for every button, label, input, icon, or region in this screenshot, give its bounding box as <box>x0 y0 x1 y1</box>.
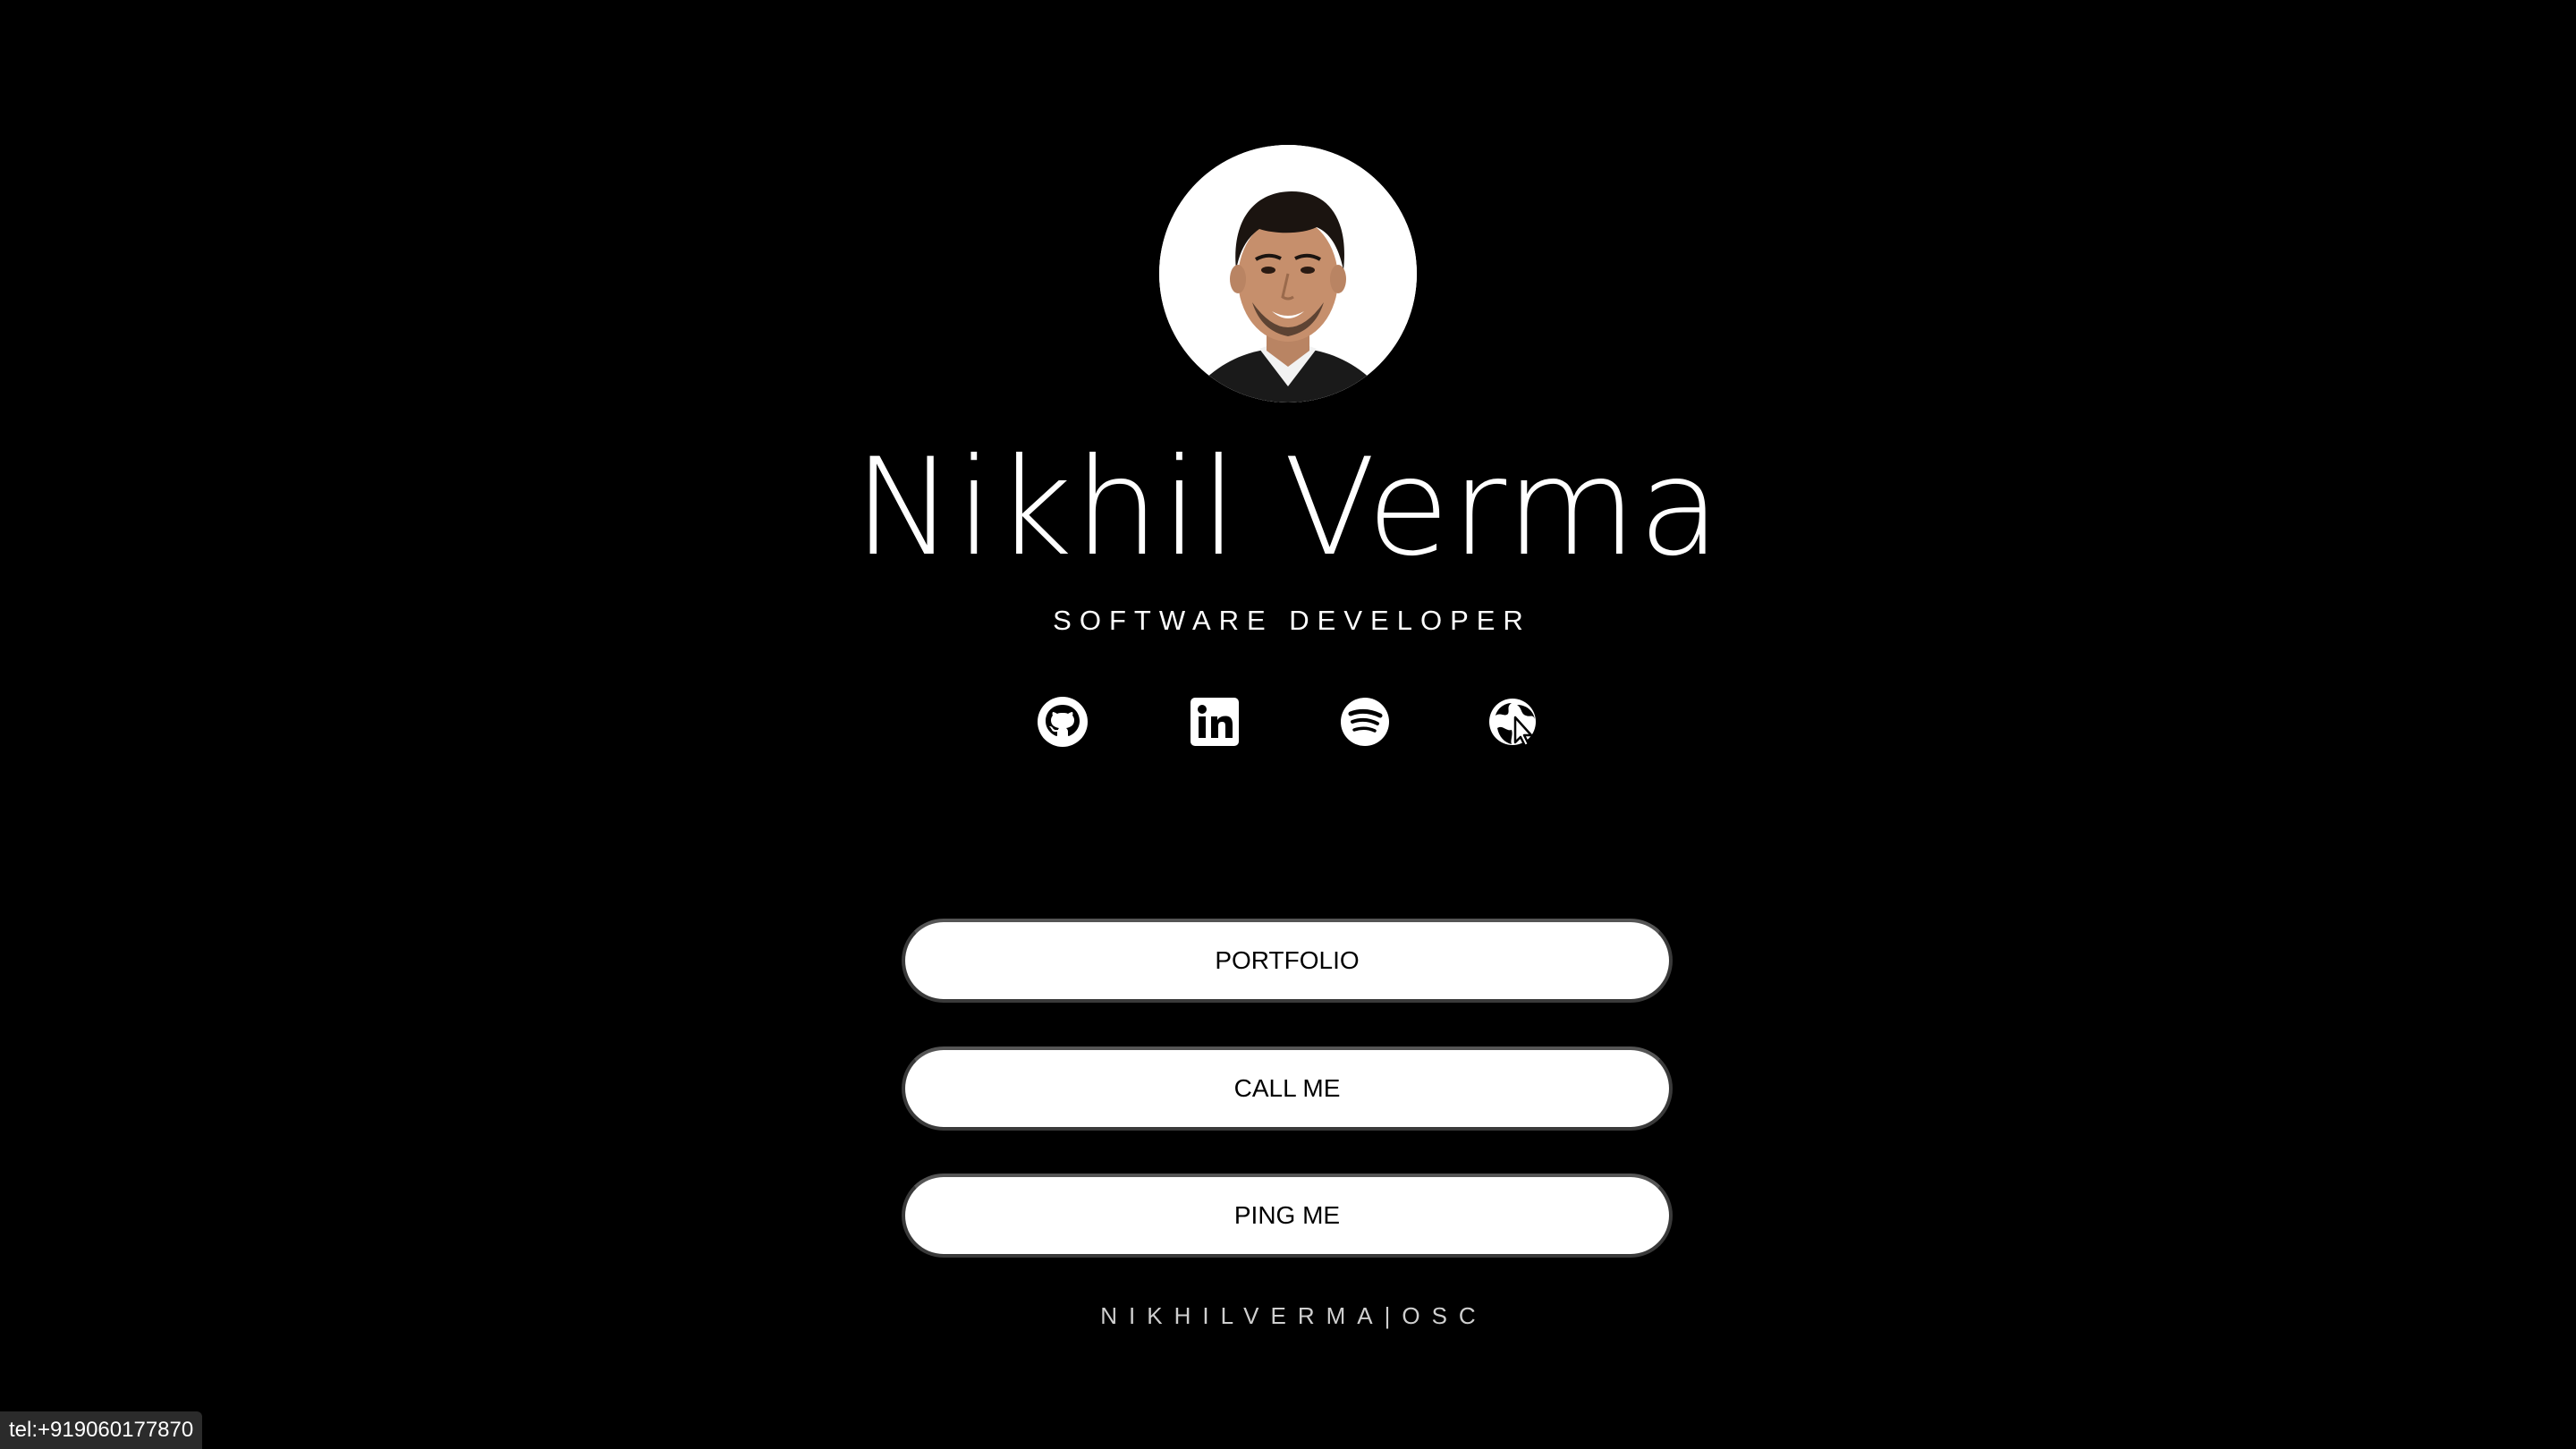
profile-role: SOFTWARE DEVELOPER <box>1053 605 1531 636</box>
ping-me-button[interactable]: PING ME <box>902 1174 1673 1258</box>
footer-brand: NIKHILVERMA|OSC <box>1100 1302 1487 1329</box>
profile-name: Nikhil Verma <box>853 430 1723 586</box>
link-status-bar: tel:+919060177870 <box>0 1411 203 1449</box>
social-links <box>0 692 2576 751</box>
website-link[interactable] <box>1485 692 1544 751</box>
globe-icon <box>1489 699 1536 748</box>
avatar-photo <box>1159 145 1417 402</box>
linkedin-icon <box>1191 698 1239 746</box>
linkedin-link[interactable] <box>1185 692 1244 751</box>
call-me-button[interactable]: CALL ME <box>902 1046 1673 1131</box>
avatar <box>1159 145 1417 402</box>
portfolio-button[interactable]: PORTFOLIO <box>902 919 1673 1003</box>
github-link[interactable] <box>1033 692 1092 751</box>
spotify-link[interactable] <box>1335 692 1394 751</box>
link-tree-page: Nikhil Verma SOFTWARE DEVELOPER PORTFOLI… <box>0 0 2576 1449</box>
spotify-icon <box>1341 698 1389 746</box>
github-icon <box>1038 697 1088 747</box>
